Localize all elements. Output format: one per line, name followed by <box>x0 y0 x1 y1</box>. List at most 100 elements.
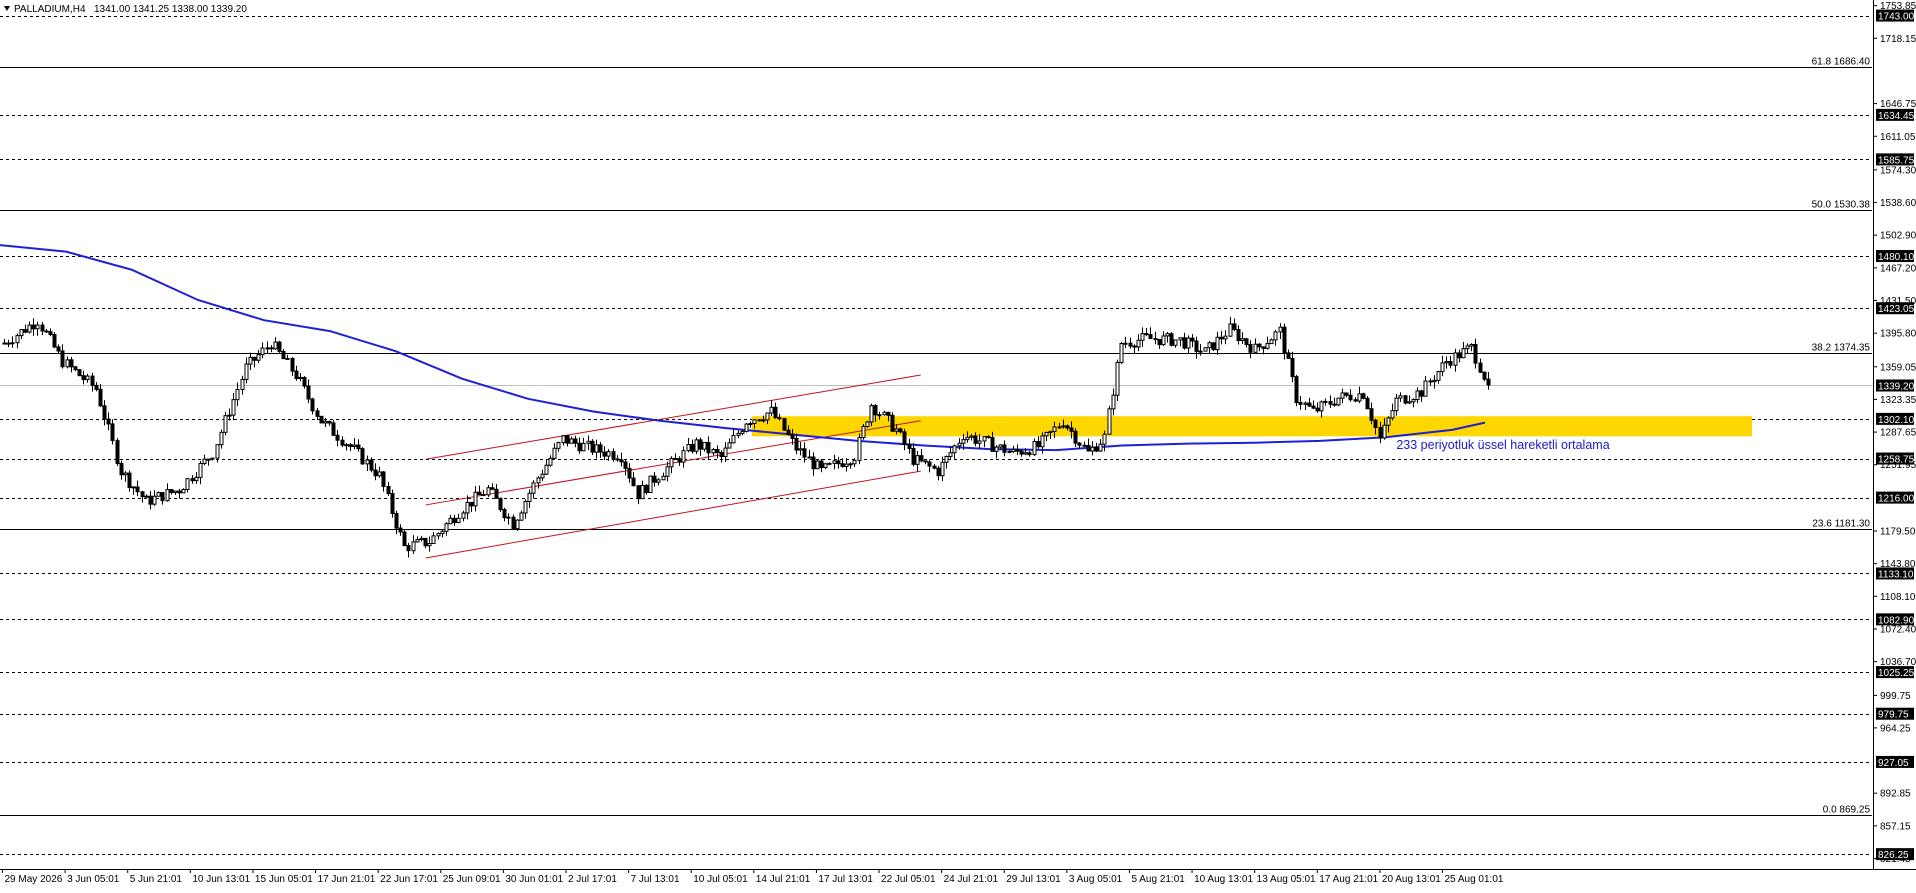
candle-up <box>1186 337 1191 349</box>
y-tick-label: 1718.15 <box>1880 34 1916 45</box>
candle-down <box>615 458 620 461</box>
level-tag-label: 1480.10 <box>1878 252 1915 263</box>
candle-up <box>198 462 203 478</box>
candle-up <box>165 489 170 502</box>
candle-up <box>411 541 416 552</box>
candle-down <box>135 486 140 493</box>
candle-up <box>27 324 32 333</box>
candle-down <box>348 444 353 447</box>
candle-up <box>848 463 853 466</box>
candle-up <box>365 459 370 465</box>
candle-down <box>602 451 607 457</box>
candle-up <box>1223 335 1228 340</box>
candle-up <box>173 490 178 493</box>
candle-down <box>390 493 395 514</box>
candle-up <box>765 412 770 421</box>
candle-up <box>581 442 586 452</box>
price-chart[interactable]: 61.8 1686.40 50.0 1530.38 38.2 1374.35 23.6… <box>0 0 1916 888</box>
candle-down <box>577 442 582 452</box>
candle-down <box>1448 361 1453 366</box>
candle-down <box>565 435 570 444</box>
level-tag-label: 1634.45 <box>1878 111 1915 122</box>
x-tick-label: 25 Aug 01:01 <box>1445 874 1504 885</box>
fib-label: 23.6 1181.30 <box>1812 519 1870 530</box>
candle-up <box>681 450 686 463</box>
candle-up <box>1161 335 1166 346</box>
chart-svg[interactable]: 61.8 1686.40 50.0 1530.38 38.2 1374.35 23.6… <box>0 0 1916 888</box>
y-tick-label: 1646.75 <box>1880 99 1916 110</box>
level-tag-label: 1258.75 <box>1878 455 1915 466</box>
candle-down <box>1082 444 1087 447</box>
candle-down <box>81 375 86 381</box>
candle-up <box>965 436 970 441</box>
candle-up <box>731 434 736 444</box>
x-tick-label: 15 Jun 05:01 <box>255 874 313 885</box>
candle-down <box>310 398 315 412</box>
candle-up <box>561 435 566 444</box>
candle-down <box>402 531 407 547</box>
candle-up <box>957 442 962 447</box>
candle-down <box>1311 405 1316 409</box>
candle-down <box>1148 334 1153 340</box>
candle-down <box>715 448 720 453</box>
candle-down <box>902 431 907 445</box>
candle-up <box>248 356 253 365</box>
candle-up <box>1178 337 1183 341</box>
candle-up <box>857 437 862 461</box>
candle-down <box>1378 426 1383 439</box>
candle-up <box>194 476 199 482</box>
candle-up <box>531 482 536 494</box>
candle-down <box>1094 446 1099 452</box>
candle-up <box>665 466 670 477</box>
candle-down <box>932 465 937 469</box>
candle-up <box>256 354 261 361</box>
candle-down <box>907 443 912 450</box>
candle-up <box>523 500 528 514</box>
candle-up <box>1440 362 1445 373</box>
candle-down <box>911 448 916 465</box>
candle-down <box>140 491 145 498</box>
level-tag-label: 1743.00 <box>1878 12 1915 23</box>
candle-up <box>1444 361 1449 364</box>
candle-up <box>536 477 541 484</box>
y-tick-label: 857.15 <box>1880 821 1911 832</box>
candle-down <box>719 451 724 458</box>
candle-up <box>123 472 128 476</box>
candle-up <box>769 406 774 414</box>
candle-down <box>335 434 340 441</box>
candle-down <box>1261 346 1266 349</box>
candle-up <box>1390 410 1395 419</box>
symbol-label: PALLADIUM,H4 <box>14 4 86 15</box>
candle-down <box>277 341 282 352</box>
candle-down <box>1353 399 1358 402</box>
candle-down <box>398 527 403 533</box>
candle-down <box>1036 441 1041 448</box>
candle-down <box>1282 326 1287 354</box>
candle-down <box>394 512 399 529</box>
candle-down <box>573 438 578 444</box>
candle-down <box>1473 343 1478 364</box>
x-tick-label: 30 Jun 01:01 <box>505 874 563 885</box>
candle-up <box>1278 326 1283 333</box>
x-tick-label: 2 Jul 17:01 <box>568 874 617 885</box>
candle-down <box>494 488 499 499</box>
x-tick-label: 17 Jul 13:01 <box>818 874 873 885</box>
candle-up <box>852 459 857 465</box>
candle-up <box>606 451 611 457</box>
candle-up <box>944 455 949 463</box>
candle-down <box>1232 323 1237 331</box>
y-tick-label: 1538.60 <box>1880 198 1916 209</box>
candle-up <box>569 438 574 444</box>
candle-up <box>1057 426 1062 429</box>
candle-down <box>923 460 928 463</box>
candle-up <box>1061 425 1066 428</box>
candle-down <box>190 478 195 482</box>
level-tag-label: 1133.10 <box>1878 569 1914 580</box>
candle-down <box>623 461 628 469</box>
candle-down <box>77 369 82 377</box>
x-tick-label: 20 Aug 13:01 <box>1382 874 1441 885</box>
candle-down <box>1182 337 1187 349</box>
candle-down <box>1077 442 1082 446</box>
candle-down <box>294 370 299 379</box>
candle-down <box>115 439 120 464</box>
